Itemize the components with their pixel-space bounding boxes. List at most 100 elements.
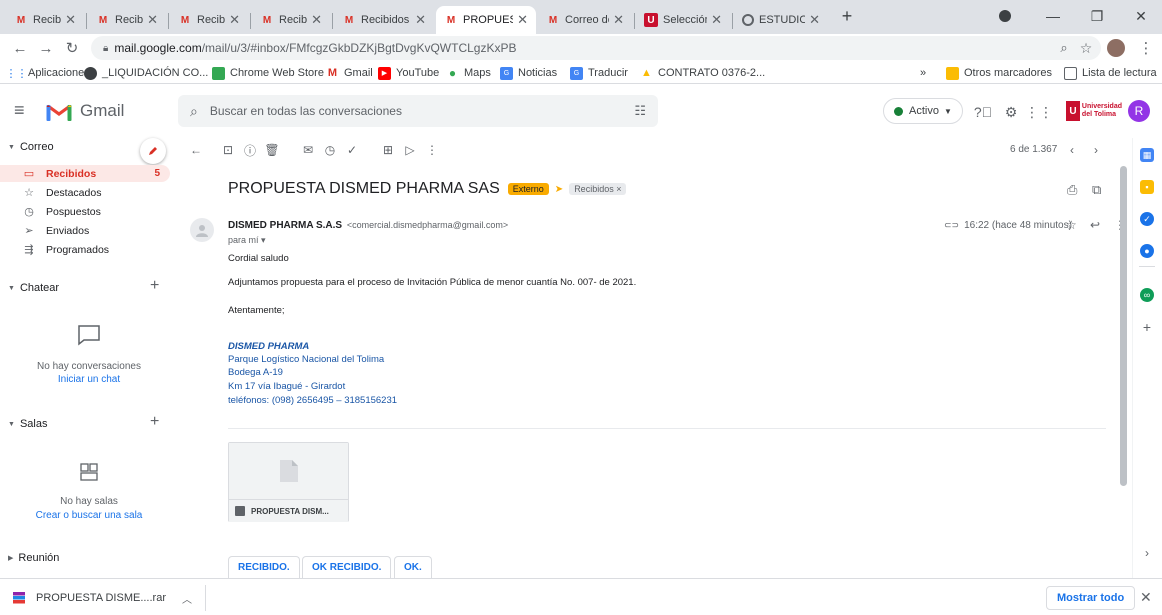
sidebar-item-starred[interactable]: ☆ Destacados (0, 184, 170, 201)
inbox-label[interactable]: Recibidos × (569, 183, 627, 195)
bookmark-liquidacion[interactable]: _LIQUIDACIÓN CO... (84, 65, 208, 81)
close-tab-icon[interactable]: ✕ (415, 12, 426, 28)
create-room-link[interactable]: Crear o buscar una sala (0, 510, 178, 521)
keep-icon[interactable]: ▪ (1140, 180, 1154, 194)
browser-tab[interactable]: M Recibidos ( ✕ (88, 6, 166, 34)
profile-icon[interactable] (990, 5, 1020, 27)
gear-icon[interactable]: ⚙ (1002, 103, 1020, 121)
status-chip[interactable]: Activo ▼ (883, 98, 963, 124)
sidebar-item-inbox[interactable]: ▭ Recibidos 5 (0, 165, 170, 182)
bookmark-contrato[interactable]: ▲ CONTRATO 0376-2... (640, 65, 765, 81)
back-arrow-icon[interactable]: ← (10, 38, 30, 58)
close-window-button[interactable]: ✕ (1126, 5, 1156, 27)
print-icon[interactable]: ⎙ (1067, 182, 1077, 198)
start-chat-link[interactable]: Iniciar un chat (0, 374, 178, 385)
close-tab-icon[interactable]: ✕ (311, 12, 322, 28)
new-tab-button[interactable]: + (832, 5, 862, 27)
smart-reply-button[interactable]: OK. (394, 556, 432, 578)
get-addons-plus-icon[interactable]: + (1140, 319, 1154, 335)
sidebar-item-snoozed[interactable]: ◷ Pospuestos (0, 203, 170, 220)
close-tab-icon[interactable]: ✕ (809, 12, 820, 28)
snooze-icon[interactable]: ◷ (322, 142, 338, 158)
addon-icon[interactable]: ∞ (1140, 288, 1154, 302)
browser-tab[interactable]: U Selección ✕ (636, 6, 730, 34)
open-new-window-icon[interactable]: ⧉ (1092, 182, 1101, 198)
reload-icon[interactable]: ↻ (62, 38, 82, 58)
bookmark-youtube[interactable]: ▶ YouTube (378, 65, 439, 81)
bookmark-webstore[interactable]: Chrome Web Store (212, 65, 324, 81)
mail-section-header[interactable]: ▼ Correo (8, 141, 54, 153)
address-bar[interactable]: 🔒︎ mail.google.com/mail/u/3/#inbox/FMfcg… (91, 36, 1101, 60)
chat-section-header[interactable]: ▼ Chatear (8, 282, 59, 294)
chevron-up-icon[interactable]: ︿ (182, 591, 192, 606)
close-tab-icon[interactable]: ✕ (613, 12, 624, 28)
show-all-downloads-button[interactable]: Mostrar todo (1046, 586, 1136, 610)
smart-reply-button[interactable]: RECIBIDO. (228, 556, 300, 578)
archive-icon[interactable]: ⊡ (220, 142, 236, 158)
apps-grid-icon[interactable]: ⋮⋮ (1025, 103, 1053, 121)
close-tab-icon[interactable]: ✕ (517, 12, 528, 28)
reply-icon[interactable]: ↩ (1090, 218, 1100, 232)
mark-unread-icon[interactable]: ✉ (300, 142, 316, 158)
recipient-dropdown[interactable]: para mí ▾ (228, 235, 266, 246)
compose-button[interactable] (140, 138, 166, 164)
minimize-button[interactable]: — (1038, 5, 1068, 27)
older-chevron-icon[interactable]: › (1088, 142, 1104, 158)
new-room-plus-icon[interactable]: + (150, 413, 159, 431)
bookmark-maps[interactable]: ● Maps (446, 65, 491, 81)
restore-button[interactable]: ❐ (1082, 5, 1112, 27)
calendar-icon[interactable]: ▦ (1140, 148, 1154, 162)
close-downloads-icon[interactable]: ✕ (1140, 589, 1152, 606)
browser-tab-active[interactable]: M PROPUEST ✕ (436, 6, 536, 34)
browser-tab[interactable]: M Recibidos ( ✕ (252, 6, 330, 34)
browser-tab[interactable]: M Recibidos ( ✕ (6, 6, 84, 34)
delete-icon[interactable]: 🗑︎ (264, 142, 280, 158)
main-menu-icon[interactable]: ≡ (14, 100, 36, 122)
bookmark-gmail[interactable]: M Gmail (326, 65, 373, 81)
bookmark-translate[interactable]: G Traducir (570, 65, 628, 81)
close-tab-icon[interactable]: ✕ (147, 12, 158, 28)
close-tab-icon[interactable]: ✕ (711, 12, 722, 28)
sender-name[interactable]: DISMED PHARMA S.A.S (228, 220, 342, 231)
browser-menu-icon[interactable]: ⋮ (1136, 38, 1156, 58)
help-icon[interactable]: ?⃝ (974, 103, 992, 121)
report-spam-icon[interactable]: ⓘ (242, 142, 258, 158)
contacts-icon[interactable]: ● (1140, 244, 1154, 258)
back-to-inbox-icon[interactable]: ← (188, 142, 204, 158)
forward-arrow-icon[interactable]: → (36, 38, 56, 58)
bookmarks-overflow[interactable]: » (920, 65, 926, 81)
hide-side-panel-chevron-icon[interactable]: › (1140, 546, 1154, 560)
browser-tab[interactable]: ESTUDIOS ✕ (734, 6, 828, 34)
search-bar[interactable]: ⌕ ☷ (178, 95, 658, 127)
sidebar-item-scheduled[interactable]: ⇶ Programados (0, 241, 170, 258)
bookmark-news[interactable]: G Noticias (500, 65, 557, 81)
sidebar-item-sent[interactable]: ➢ Enviados (0, 222, 170, 239)
tasks-icon[interactable]: ✓ (1140, 212, 1154, 226)
bookmark-star-icon[interactable]: ☆ (1076, 38, 1096, 58)
move-to-icon[interactable]: ⊞ (380, 142, 396, 158)
smart-reply-button[interactable]: OK RECIBIDO. (302, 556, 392, 578)
star-icon[interactable]: ☆ (1066, 218, 1077, 232)
newer-chevron-icon[interactable]: ‹ (1064, 142, 1080, 158)
search-input[interactable] (209, 104, 635, 118)
browser-tab[interactable]: M Recibidos ( ✕ (170, 6, 248, 34)
message-scrollbar[interactable] (1120, 166, 1127, 486)
search-icon[interactable]: ⌕ (190, 103, 198, 120)
importance-marker-icon[interactable]: ➤ (555, 184, 563, 195)
profile-avatar-icon[interactable] (1106, 38, 1126, 58)
browser-tab[interactable]: M Correo de ✕ (538, 6, 632, 34)
bookmark-other[interactable]: Otros marcadores (946, 65, 1052, 81)
gmail-logo-icon[interactable] (46, 102, 72, 122)
rooms-section-header[interactable]: ▼ Salas (8, 418, 47, 430)
download-item[interactable]: PROPUESTA DISME....rar ︿ (12, 587, 192, 609)
add-to-tasks-icon[interactable]: ✓ (344, 142, 360, 158)
search-options-icon[interactable]: ☷ (634, 103, 646, 119)
reading-list[interactable]: Lista de lectura (1064, 65, 1157, 81)
meet-section-header[interactable]: ▶ Reunión (8, 552, 59, 564)
browser-tab[interactable]: M Recibidos ( ✕ (334, 6, 434, 34)
more-options-icon[interactable]: ⋮ (424, 142, 440, 158)
bookmark-apps[interactable]: ⋮⋮ Aplicaciones (6, 65, 90, 81)
account-avatar[interactable]: R (1128, 100, 1150, 122)
close-tab-icon[interactable]: ✕ (229, 12, 240, 28)
close-tab-icon[interactable]: ✕ (65, 12, 76, 28)
